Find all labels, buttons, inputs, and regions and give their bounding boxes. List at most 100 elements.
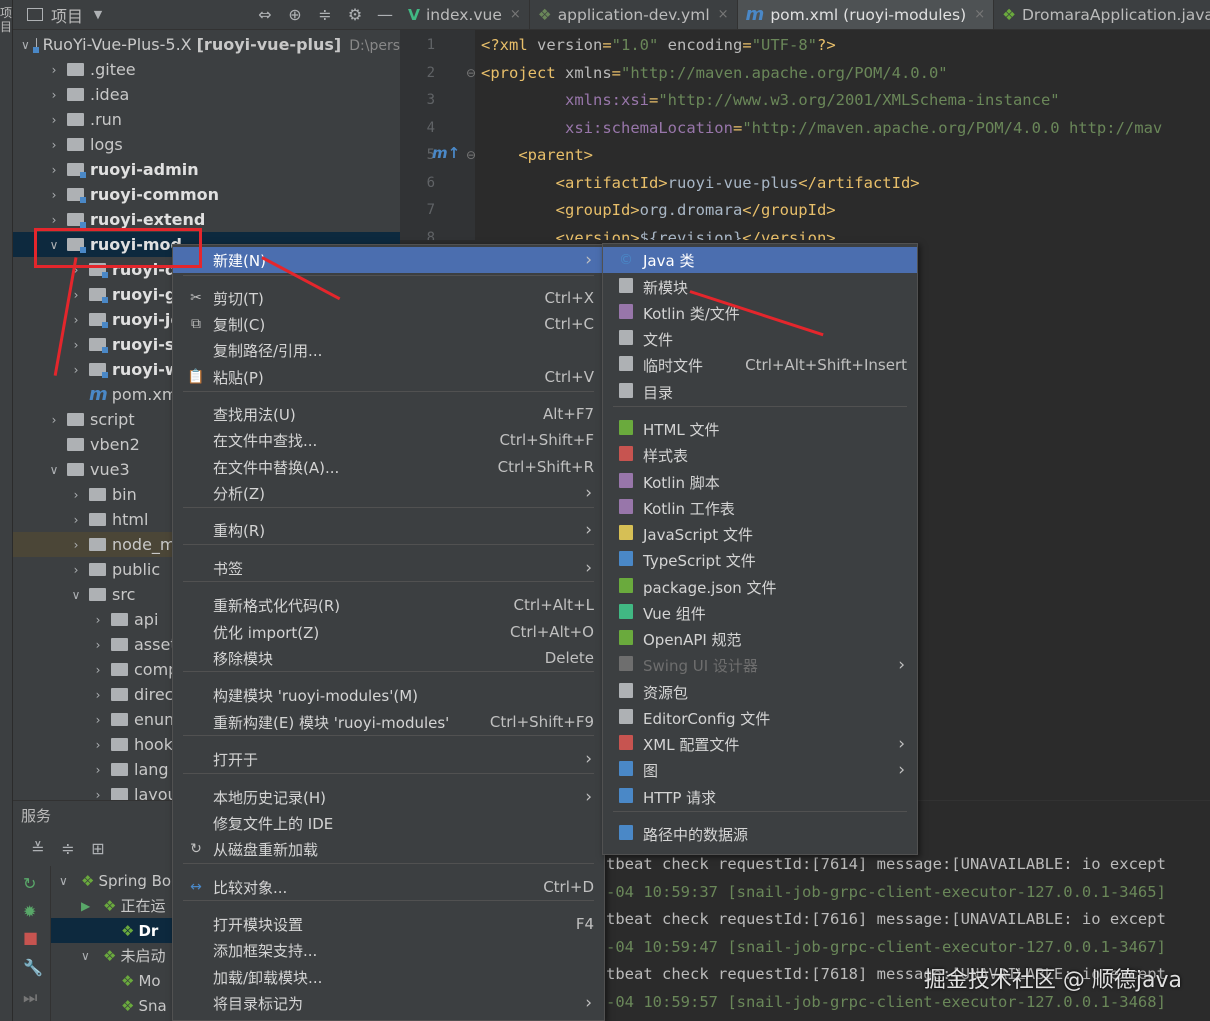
menu-item[interactable]: 移除模块 Delete [173, 645, 604, 671]
new-menu-item[interactable]: OpenAPI 规范 [603, 626, 917, 652]
chevron-right-icon[interactable]: › [47, 413, 61, 427]
chevron-right-icon[interactable]: › [69, 338, 83, 352]
debug-icon[interactable]: ✹ [23, 902, 36, 921]
menu-item[interactable]: 复制路径/引用... [173, 337, 604, 363]
new-menu-item[interactable]: XML 配置文件 › [603, 731, 917, 757]
chevron-right-icon[interactable]: › [47, 88, 61, 102]
rerun-icon[interactable]: ↻ [23, 874, 36, 893]
new-menu-item[interactable]: JavaScript 文件 [603, 521, 917, 547]
new-menu-item[interactable]: EditorConfig 文件 [603, 705, 917, 731]
tree-item[interactable]: › .idea [13, 82, 400, 107]
editor-tab[interactable]: ❖ DromaraApplication.java [994, 0, 1210, 29]
new-menu-item[interactable]: © Java 类 [603, 247, 917, 273]
gear-icon[interactable]: ⚙ [340, 5, 370, 24]
chevron-right-icon[interactable]: › [47, 213, 61, 227]
menu-item[interactable]: ✂ 剪切(T) Ctrl+X [173, 285, 604, 311]
crosshair-icon[interactable]: ⊕ [280, 5, 310, 24]
new-menu-item[interactable]: Vue 组件 [603, 600, 917, 626]
chevron-right-icon[interactable]: › [47, 113, 61, 127]
new-menu-item[interactable]: 样式表 [603, 442, 917, 468]
chevron-right-icon[interactable]: › [47, 63, 61, 77]
menu-item[interactable]: 查找用法(U) Alt+F7 [173, 401, 604, 427]
service-item[interactable]: ∨ ❖ Spring Bo [51, 868, 173, 893]
new-menu-item[interactable]: TypeScript 文件 [603, 547, 917, 573]
tree-root[interactable]: ∨ RuoYi-Vue-Plus-5.X [ruoyi-vue-plus] D:\pe… [13, 32, 400, 57]
tree-item[interactable]: › ruoyi-common [13, 182, 400, 207]
chevron-down-icon[interactable]: ∨ [59, 874, 75, 888]
new-menu-item[interactable]: 目录 [603, 379, 917, 405]
tree-item[interactable]: › ruoyi-admin [13, 157, 400, 182]
code-editor[interactable]: <?xml version="1.0" encoding="UTF-8"?> <p… [475, 30, 1210, 240]
chevron-right-icon[interactable]: › [91, 688, 105, 702]
minimize-icon[interactable]: — [370, 5, 400, 24]
expand-icon[interactable]: ⇔ [250, 5, 280, 24]
chevron-right-icon[interactable]: › [69, 538, 83, 552]
chevron-down-icon[interactable]: ∨ [81, 949, 97, 963]
chevron-down-icon[interactable]: ∨ [47, 463, 61, 477]
menu-item[interactable]: 重新构建(E) 模块 'ruoyi-modules' Ctrl+Shift+F9 [173, 709, 604, 735]
collapse-icon[interactable]: ≑ [310, 5, 340, 24]
maven-icon[interactable]: m↑ [432, 144, 460, 162]
stop-icon[interactable]: ■ [23, 928, 38, 947]
service-item[interactable]: ❖ Dr [51, 918, 173, 943]
new-menu-item[interactable]: Kotlin 脚本 [603, 469, 917, 495]
chevron-right-icon[interactable]: › [69, 563, 83, 577]
project-view-title[interactable]: 项目 [51, 3, 83, 27]
menu-item[interactable]: ⧉ 复制(C) Ctrl+C [173, 311, 604, 337]
service-item[interactable]: ❖ Mo [51, 968, 173, 993]
new-menu-item[interactable]: 路径中的数据源 [603, 821, 917, 847]
chevron-down-icon[interactable]: ∨ [21, 38, 30, 52]
menu-item[interactable]: 重新格式化代码(R) Ctrl+Alt+L [173, 592, 604, 618]
menu-item[interactable]: 📋 粘贴(P) Ctrl+V [173, 364, 604, 390]
menu-item[interactable]: 打开模块设置 F4 [173, 911, 604, 937]
chevron-right-icon[interactable]: › [91, 738, 105, 752]
chevron-right-icon[interactable]: › [69, 363, 83, 377]
service-item[interactable]: ▶ ❖ 正在运 [51, 893, 173, 918]
chevron-right-icon[interactable]: › [91, 763, 105, 777]
chevron-right-icon[interactable]: › [91, 638, 105, 652]
service-item[interactable]: ❖ Sna [51, 993, 173, 1018]
new-menu-item[interactable]: 临时文件 Ctrl+Alt+Shift+Insert [603, 352, 917, 378]
new-menu-item[interactable]: HTML 文件 [603, 416, 917, 442]
new-menu-item[interactable]: Swing UI 设计器 › [603, 652, 917, 678]
menu-item[interactable]: 本地历史记录(H) › [173, 784, 604, 810]
new-menu-item[interactable]: Kotlin 工作表 [603, 495, 917, 521]
new-menu-item[interactable]: 文件 [603, 326, 917, 352]
chevron-right-icon[interactable]: › [91, 613, 105, 627]
menu-item[interactable]: 优化 import(Z) Ctrl+Alt+O [173, 619, 604, 645]
menu-item[interactable]: 加载/卸载模块... [173, 964, 604, 990]
new-menu-item[interactable]: package.json 文件 [603, 574, 917, 600]
chevron-right-icon[interactable]: › [91, 788, 105, 801]
chevron-right-icon[interactable]: › [47, 188, 61, 202]
editor-tab[interactable]: ❖ application-dev.yml × [530, 0, 738, 29]
editor-tab[interactable]: m pom.xml (ruoyi-modules) × [737, 0, 995, 29]
wrench-icon[interactable]: 🔧 [23, 958, 43, 977]
menu-item[interactable]: 打开于 › [173, 746, 604, 772]
chevron-right-icon[interactable]: › [69, 513, 83, 527]
chevron-right-icon[interactable]: › [47, 138, 61, 152]
step-icon[interactable]: ⏭ [23, 988, 37, 1008]
service-item[interactable]: ∨ ❖ 未启动 [51, 943, 173, 968]
menu-item[interactable]: 在文件中替换(A)... Ctrl+Shift+R [173, 454, 604, 480]
menu-item[interactable]: 添加框架支持... [173, 937, 604, 963]
chevron-right-icon[interactable]: › [47, 163, 61, 177]
new-menu-item[interactable]: 新模块 [603, 274, 917, 300]
tree-item[interactable]: › .gitee [13, 57, 400, 82]
new-menu-item[interactable]: 资源包 [603, 679, 917, 705]
new-menu-item[interactable]: HTTP 请求 [603, 784, 917, 810]
group-icon[interactable]: ⊞ [83, 839, 113, 858]
menu-item[interactable]: 修复文件上的 IDE [173, 810, 604, 836]
menu-item[interactable]: 将目录标记为 › [173, 990, 604, 1016]
project-strip-label[interactable]: 项目 [0, 6, 13, 34]
run-icon[interactable]: ▶ [81, 899, 97, 913]
menu-item[interactable]: ↻ 从磁盘重新加载 [173, 836, 604, 862]
new-menu-item[interactable]: 图 › [603, 757, 917, 783]
menu-item[interactable]: 新建(N) › [173, 247, 604, 273]
expand-all-icon[interactable]: ≚ [23, 839, 53, 858]
menu-item[interactable]: 书签 › [173, 555, 604, 581]
tree-item[interactable]: › .run [13, 107, 400, 132]
close-icon[interactable]: × [510, 7, 521, 22]
close-icon[interactable]: × [718, 7, 729, 22]
menu-item[interactable]: 在文件中查找... Ctrl+Shift+F [173, 427, 604, 453]
chevron-right-icon[interactable]: › [69, 313, 83, 327]
